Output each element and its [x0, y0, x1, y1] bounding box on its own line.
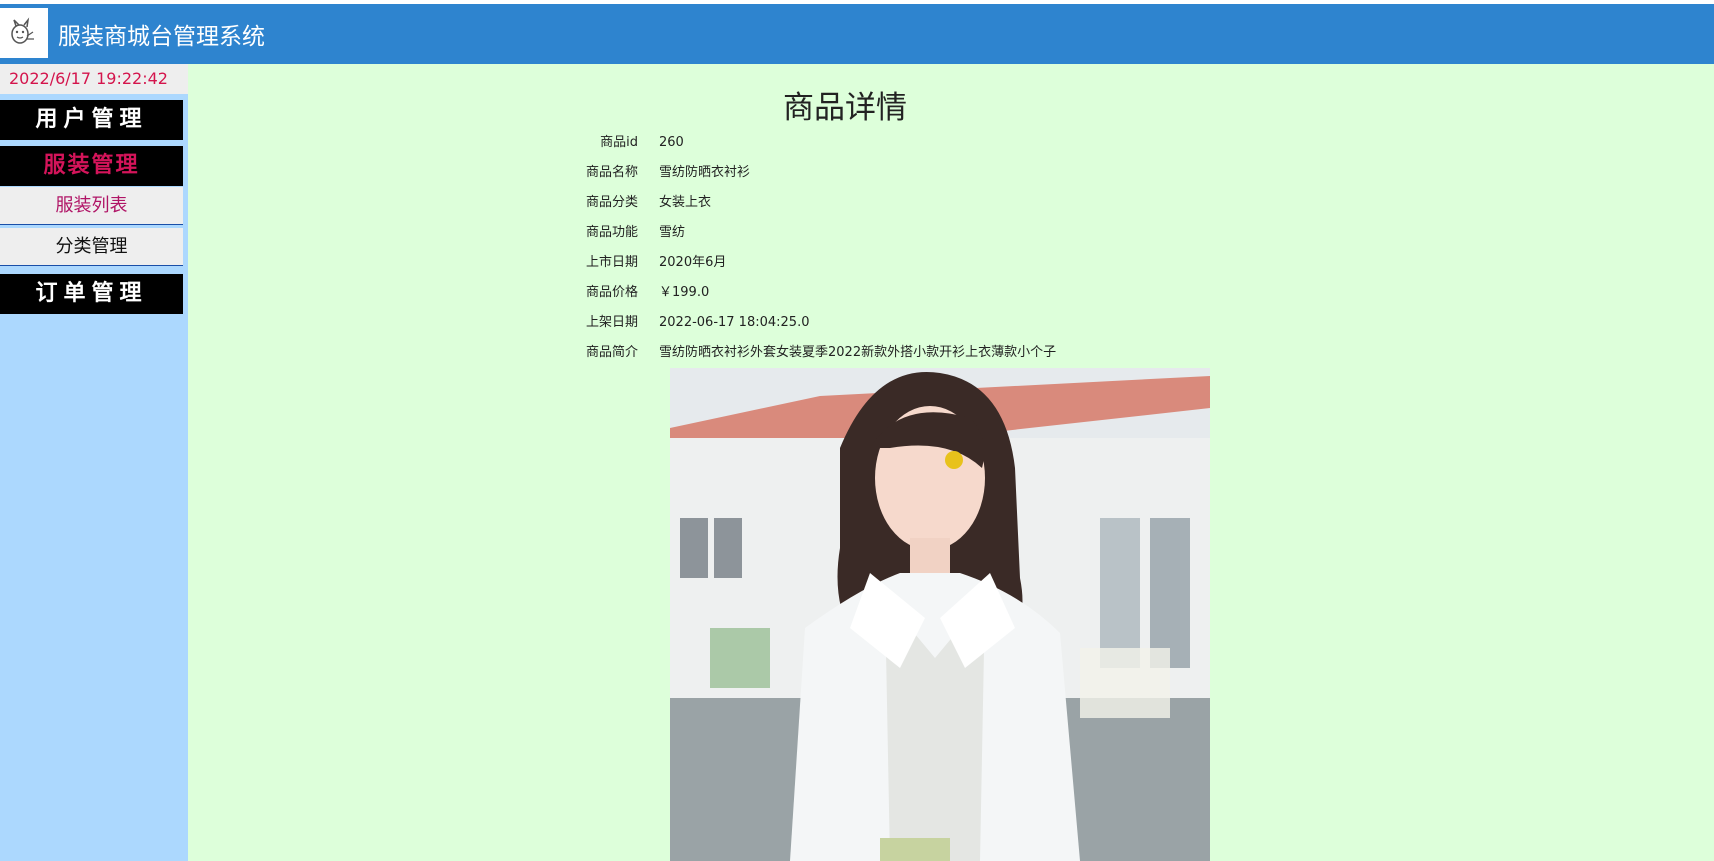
app-title: 服装商城台管理系统: [58, 24, 265, 50]
content-area: 商品详情 商品id 260 商品名称 雪纺防晒衣衬衫 商品分类 女装上衣 商品功…: [188, 64, 1714, 861]
detail-value: 2020年6月: [659, 255, 727, 270]
detail-label: 商品功能: [585, 225, 638, 240]
cartoon-logo-icon: [11, 17, 34, 44]
page-title: 商品详情: [783, 90, 907, 126]
sidebar: 2022/6/17 19:22:42 用户管理 服装管理 服装列表 分类管理 订…: [0, 64, 188, 861]
detail-value: 女装上衣: [659, 195, 712, 210]
detail-label: 上架日期: [585, 315, 638, 330]
current-datetime: 2022/6/17 19:22:42: [0, 64, 188, 94]
detail-value: 260: [659, 135, 684, 150]
detail-label: 上市日期: [585, 255, 638, 270]
menu-clothing-management[interactable]: 服装管理: [0, 146, 183, 186]
detail-value: 雪纺防晒衣衬衫: [659, 165, 751, 180]
sidebar-item-clothing-list[interactable]: 服装列表: [0, 187, 183, 225]
detail-label: 商品id: [600, 135, 638, 150]
sidebar-item-category-management[interactable]: 分类管理: [0, 228, 183, 266]
detail-value: 2022-06-17 18:04:25.0: [659, 315, 810, 330]
product-image: [670, 368, 1210, 861]
app-logo[interactable]: [0, 8, 48, 58]
app-header: 服装商城台管理系统: [0, 4, 1714, 64]
detail-value: 雪纺防晒衣衬衫外套女装夏季2022新款外搭小款开衫上衣薄款小个子: [659, 345, 1057, 360]
detail-label: 商品简介: [585, 345, 638, 360]
detail-label: 商品价格: [585, 285, 638, 300]
detail-value: ￥199.0: [659, 285, 710, 300]
menu-order-management[interactable]: 订单管理: [0, 274, 183, 314]
detail-label: 商品分类: [585, 195, 638, 210]
detail-label: 商品名称: [585, 165, 638, 180]
detail-value: 雪纺: [659, 225, 686, 240]
menu-user-management[interactable]: 用户管理: [0, 100, 183, 140]
